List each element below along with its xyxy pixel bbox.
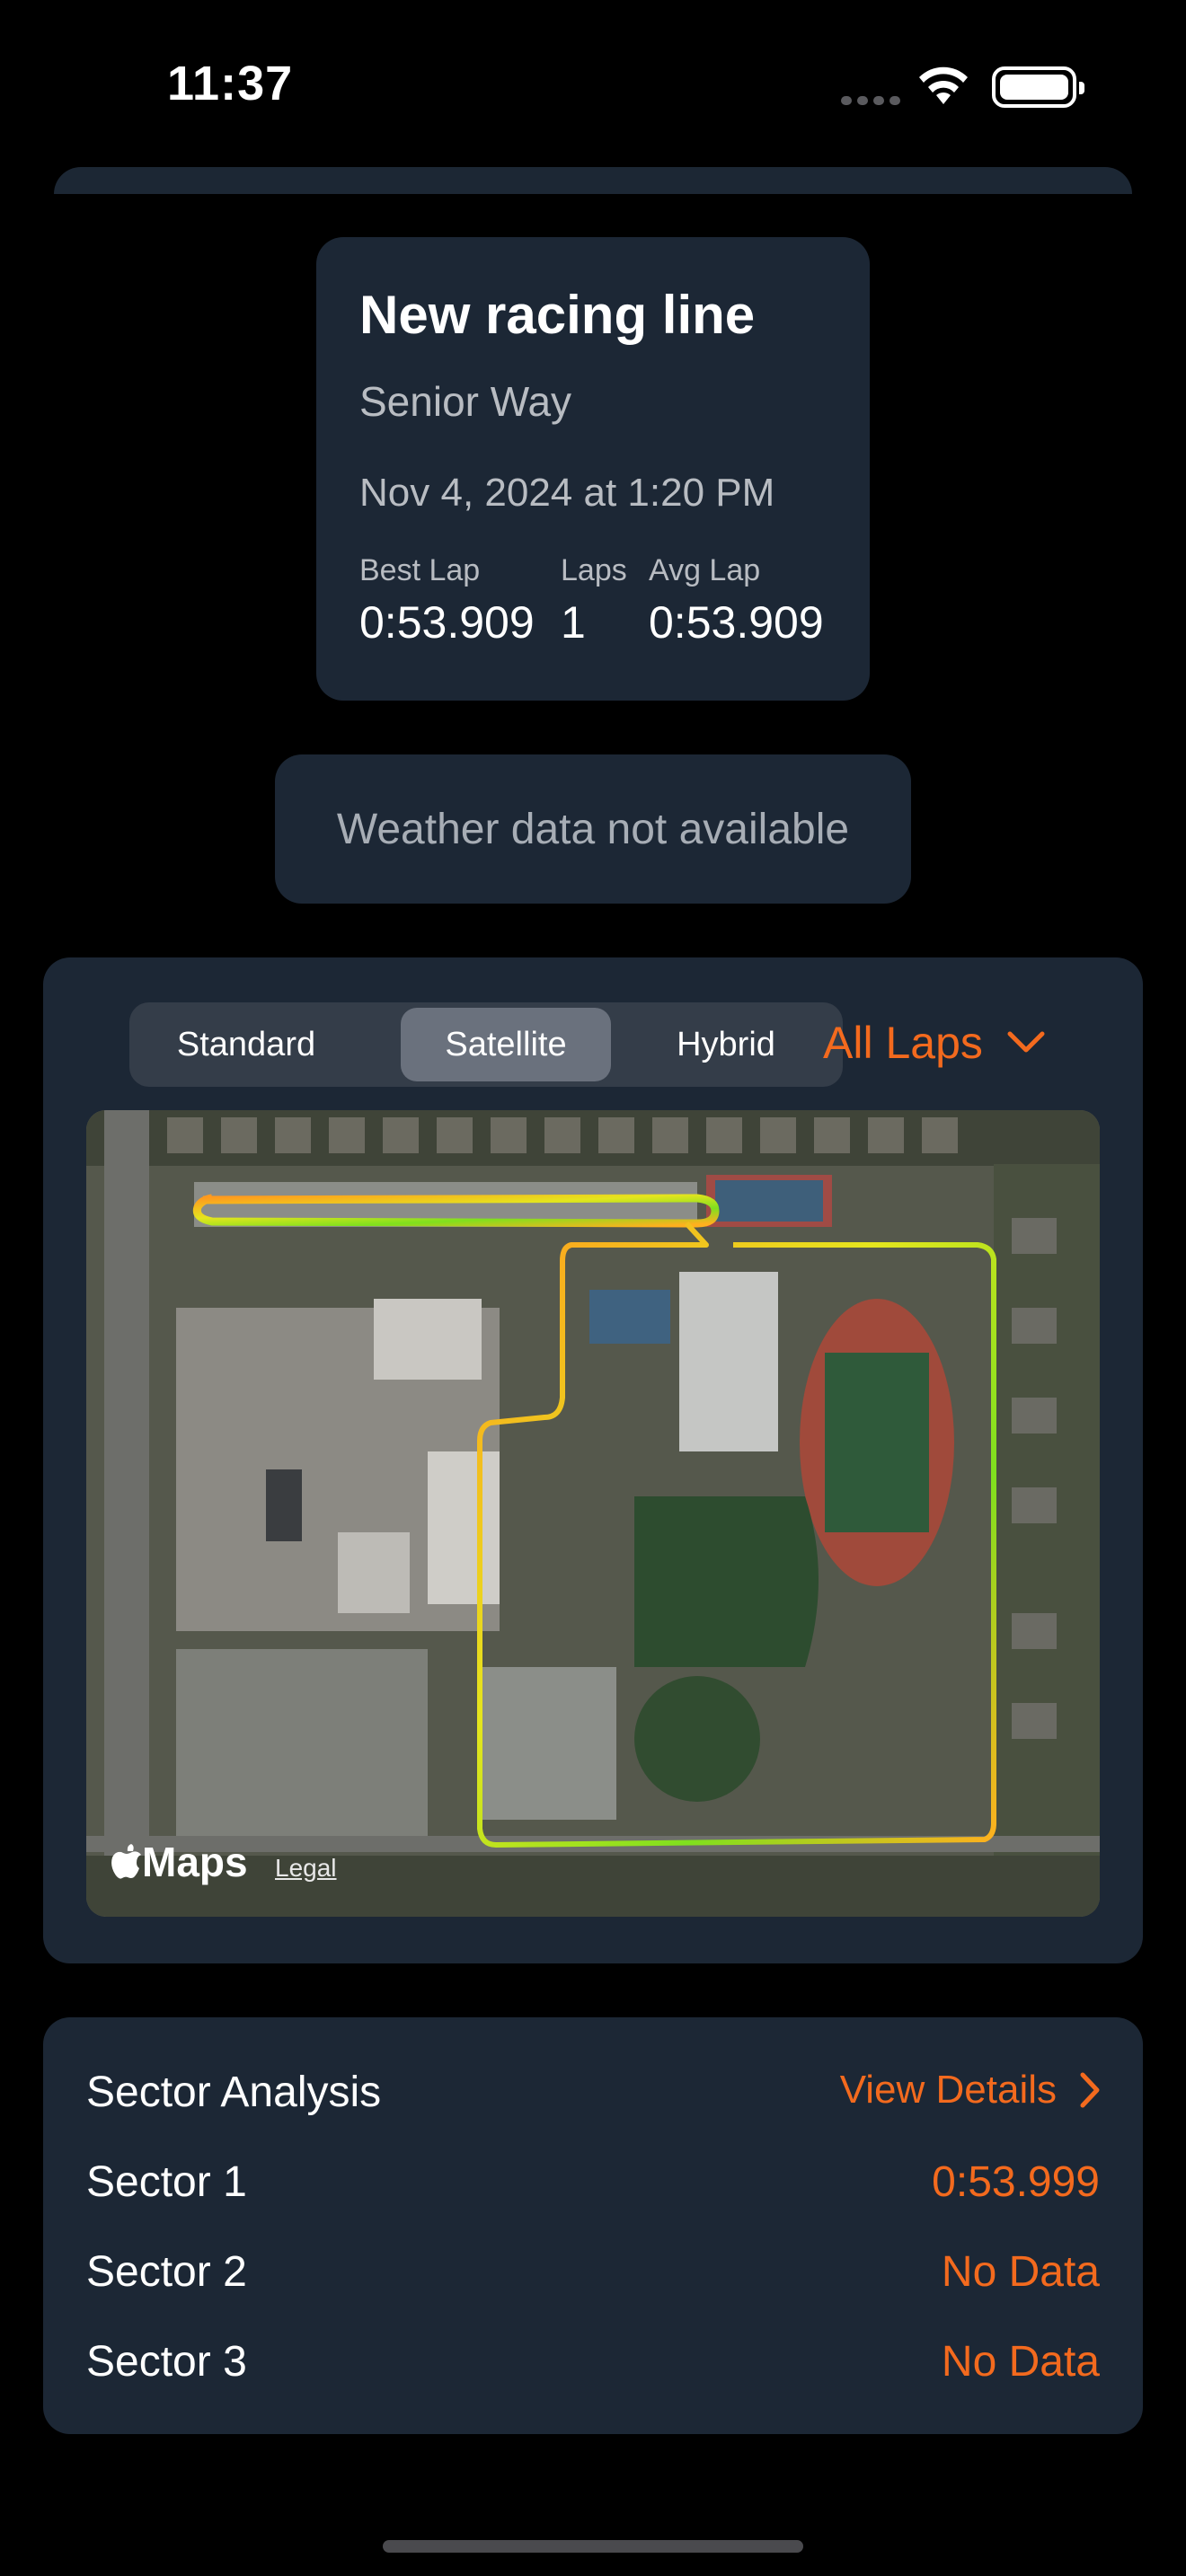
battery-icon: [992, 66, 1084, 108]
lap-filter-dropdown[interactable]: All Laps: [823, 1017, 1046, 1069]
status-bar: 11:37: [0, 0, 1186, 162]
lap-filter-label: All Laps: [823, 1018, 983, 1068]
wifi-icon: [919, 66, 968, 104]
weather-message: Weather data not available: [336, 805, 850, 853]
session-date: Nov 4, 2024 at 1:20 PM: [359, 471, 775, 515]
best-lap-label: Best Lap: [359, 553, 481, 587]
sheet-edge: [54, 167, 1132, 194]
maps-attribution: Maps: [142, 1839, 248, 1885]
session-title: New racing line: [359, 285, 756, 345]
sector-label: Sector 1: [86, 2158, 247, 2206]
map-card: Standard Satellite Hybrid All Laps Maps …: [43, 957, 1143, 1963]
map-type-segmented-control: Standard Satellite Hybrid: [129, 1002, 843, 1087]
segment-hybrid[interactable]: Hybrid: [615, 1008, 837, 1081]
chevron-right-icon: [1080, 2072, 1100, 2108]
laps-label: Laps: [561, 553, 627, 587]
satellite-map[interactable]: Maps Legal: [86, 1110, 1100, 1917]
view-details-label: View Details: [839, 2068, 1057, 2112]
cellular-signal-icon: [841, 93, 906, 110]
chevron-down-icon: [1007, 1031, 1045, 1053]
segment-standard[interactable]: Standard: [135, 1008, 358, 1081]
sector-analysis-title: Sector Analysis: [86, 2069, 382, 2116]
sector-label: Sector 2: [86, 2248, 247, 2296]
apple-logo-icon: [111, 1844, 141, 1879]
legal-link[interactable]: Legal: [275, 1854, 337, 1883]
sector-analysis-card: Sector Analysis View Details Sector 1 0:…: [43, 2017, 1143, 2434]
avg-lap-value: 0:53.909: [649, 597, 824, 648]
view-details-link[interactable]: View Details: [840, 2068, 1100, 2113]
apple-maps-logo: Maps: [111, 1838, 248, 1886]
best-lap-value: 0:53.909: [359, 597, 535, 648]
sector-label: Sector 3: [86, 2338, 247, 2386]
sector-value: No Data: [941, 2338, 1100, 2386]
segment-satellite[interactable]: Satellite: [401, 1008, 611, 1081]
track-name: Senior Way: [359, 378, 572, 425]
status-time: 11:37: [167, 57, 294, 110]
satellite-imagery: [86, 1110, 1100, 1917]
weather-card: Weather data not available: [275, 754, 911, 904]
sector-value: No Data: [941, 2248, 1100, 2296]
session-summary-card: New racing line Senior Way Nov 4, 2024 a…: [316, 237, 870, 701]
avg-lap-label: Avg Lap: [649, 553, 761, 587]
laps-value: 1: [561, 597, 586, 648]
sector-value: 0:53.999: [932, 2158, 1100, 2206]
home-indicator[interactable]: [383, 2540, 803, 2553]
